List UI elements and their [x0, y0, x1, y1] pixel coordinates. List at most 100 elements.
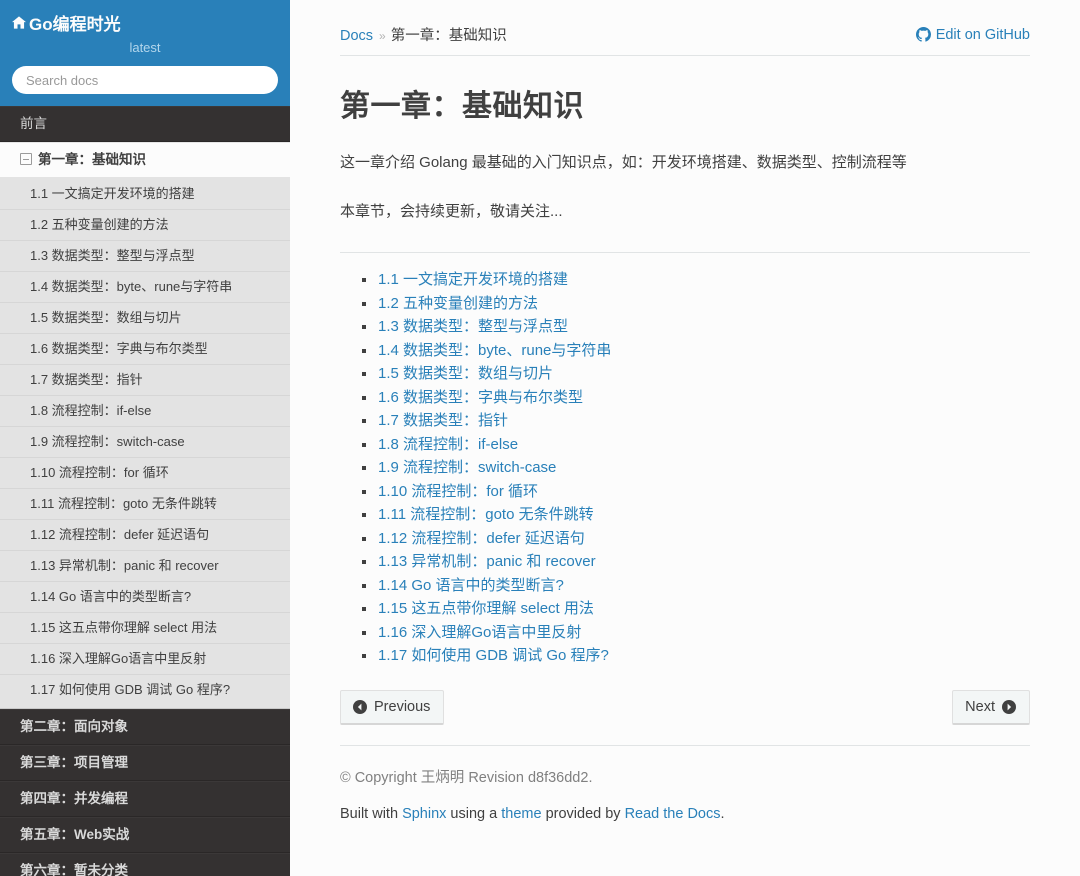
sidebar: Go编程时光 latest 前言 第一章：基础知识 1.1 一文搞定开发环境的搭… [0, 0, 290, 876]
list-item: 1.15 这五点带你理解 select 用法 [362, 597, 1030, 621]
list-item: 1.3 数据类型：整型与浮点型 [362, 315, 1030, 339]
toc-link[interactable]: 1.15 这五点带你理解 select 用法 [378, 600, 594, 617]
previous-button[interactable]: Previous [340, 690, 444, 725]
sidebar-subitem[interactable]: 1.9 流程控制：switch-case [0, 426, 290, 457]
sidebar-subitem[interactable]: 1.15 这五点带你理解 select 用法 [0, 612, 290, 643]
footer: © Copyright 王炳明 Revision d8f36dd2. Built… [340, 768, 1030, 824]
sidebar-sublist-chapter-1: 1.1 一文搞定开发环境的搭建 1.2 五种变量创建的方法 1.3 数据类型：整… [0, 177, 290, 709]
sidebar-logo-link[interactable]: Go编程时光 [12, 15, 121, 34]
search-input[interactable] [12, 66, 278, 94]
breadcrumb-trail: Docs » 第一章：基础知识 [340, 24, 507, 45]
sidebar-subitem[interactable]: 1.7 数据类型：指针 [0, 364, 290, 395]
github-icon [916, 27, 931, 42]
toc-link[interactable]: 1.14 Go 语言中的类型断言? [378, 577, 564, 594]
toc-link[interactable]: 1.9 流程控制：switch-case [378, 459, 556, 476]
sidebar-header: Go编程时光 latest [0, 0, 290, 106]
breadcrumb-docs-link[interactable]: Docs [340, 28, 373, 44]
sidebar-version: latest [12, 40, 278, 55]
content-divider [340, 252, 1030, 253]
page-root: Go编程时光 latest 前言 第一章：基础知识 1.1 一文搞定开发环境的搭… [0, 0, 1080, 876]
sidebar-subitem[interactable]: 1.14 Go 语言中的类型断言? [0, 581, 290, 612]
sidebar-item-chapter-1[interactable]: 第一章：基础知识 [0, 142, 290, 177]
sidebar-subitem[interactable]: 1.2 五种变量创建的方法 [0, 209, 290, 240]
breadcrumb: Docs » 第一章：基础知识 Edit on GitHub [290, 0, 1080, 55]
list-item: 1.1 一文搞定开发环境的搭建 [362, 268, 1030, 292]
minus-square-icon[interactable] [20, 153, 32, 165]
list-item: 1.8 流程控制：if-else [362, 433, 1030, 457]
sidebar-subitem[interactable]: 1.11 流程控制：goto 无条件跳转 [0, 488, 290, 519]
next-button-label: Next [965, 698, 995, 716]
edit-on-github-label: Edit on GitHub [936, 27, 1030, 43]
toc-link[interactable]: 1.5 数据类型：数组与切片 [378, 365, 553, 382]
sidebar-subitem[interactable]: 1.10 流程控制：for 循环 [0, 457, 290, 488]
sidebar-subitem[interactable]: 1.5 数据类型：数组与切片 [0, 302, 290, 333]
list-item: 1.12 流程控制：defer 延迟语句 [362, 527, 1030, 551]
toc-link[interactable]: 1.7 数据类型：指针 [378, 412, 508, 429]
built-suffix: . [721, 806, 725, 822]
sidebar-item-preface[interactable]: 前言 [0, 106, 290, 142]
sidebar-logo-text: Go编程时光 [29, 15, 121, 34]
sphinx-link[interactable]: Sphinx [402, 806, 446, 822]
toc-link[interactable]: 1.6 数据类型：字典与布尔类型 [378, 389, 583, 406]
intro-paragraph-1: 这一章介绍 Golang 最基础的入门知识点，如：开发环境搭建、数据类型、控制流… [340, 151, 1030, 175]
built-mid2: provided by [542, 806, 625, 822]
sidebar-subitem[interactable]: 1.6 数据类型：字典与布尔类型 [0, 333, 290, 364]
toc-list: 1.1 一文搞定开发环境的搭建 1.2 五种变量创建的方法 1.3 数据类型：整… [340, 268, 1030, 668]
circle-arrow-left-icon [353, 700, 367, 714]
toc-link[interactable]: 1.3 数据类型：整型与浮点型 [378, 318, 568, 335]
sidebar-item-chapter-4[interactable]: 第四章：并发编程 [0, 781, 290, 817]
toc-link[interactable]: 1.2 五种变量创建的方法 [378, 295, 538, 312]
copyright-text: © Copyright 王炳明 Revision d8f36dd2. [340, 768, 1030, 788]
sidebar-nav: 前言 第一章：基础知识 1.1 一文搞定开发环境的搭建 1.2 五种变量创建的方… [0, 106, 290, 876]
sidebar-item-chapter-5[interactable]: 第五章：Web实战 [0, 817, 290, 853]
built-prefix: Built with [340, 806, 402, 822]
intro-paragraph-2: 本章节，会持续更新，敬请关注... [340, 200, 1030, 224]
sidebar-item-chapter-6[interactable]: 第六章：暂未分类 [0, 853, 290, 876]
breadcrumb-divider [340, 55, 1030, 56]
list-item: 1.17 如何使用 GDB 调试 Go 程序? [362, 644, 1030, 668]
list-item: 1.4 数据类型：byte、rune与字符串 [362, 339, 1030, 363]
toc-link[interactable]: 1.12 流程控制：defer 延迟语句 [378, 530, 585, 547]
circle-arrow-right-icon [1002, 700, 1016, 714]
list-item: 1.2 五种变量创建的方法 [362, 292, 1030, 316]
toc-link[interactable]: 1.16 深入理解Go语言中里反射 [378, 624, 581, 641]
theme-link[interactable]: theme [501, 806, 541, 822]
toc-link[interactable]: 1.17 如何使用 GDB 调试 Go 程序? [378, 647, 609, 664]
sidebar-subitem[interactable]: 1.16 深入理解Go语言中里反射 [0, 643, 290, 674]
sidebar-subitem[interactable]: 1.12 流程控制：defer 延迟语句 [0, 519, 290, 550]
sidebar-subitem[interactable]: 1.13 异常机制：panic 和 recover [0, 550, 290, 581]
list-item: 1.13 异常机制：panic 和 recover [362, 550, 1030, 574]
list-item: 1.6 数据类型：字典与布尔类型 [362, 386, 1030, 410]
toc-link[interactable]: 1.1 一文搞定开发环境的搭建 [378, 271, 568, 288]
sidebar-subitem[interactable]: 1.3 数据类型：整型与浮点型 [0, 240, 290, 271]
list-item: 1.7 数据类型：指针 [362, 409, 1030, 433]
list-item: 1.10 流程控制：for 循环 [362, 480, 1030, 504]
document-body: 第一章：基础知识 这一章介绍 Golang 最基础的入门知识点，如：开发环境搭建… [290, 88, 1080, 668]
footer-navigation: Previous Next [340, 690, 1030, 746]
main-content: Docs » 第一章：基础知识 Edit on GitHub 第一章：基础知识 … [290, 0, 1080, 876]
sidebar-item-chapter-2[interactable]: 第二章：面向对象 [0, 709, 290, 745]
toc-link[interactable]: 1.11 流程控制：goto 无条件跳转 [378, 506, 594, 523]
list-item: 1.11 流程控制：goto 无条件跳转 [362, 503, 1030, 527]
toc-link[interactable]: 1.10 流程控制：for 循环 [378, 483, 538, 500]
sidebar-subitem[interactable]: 1.4 数据类型：byte、rune与字符串 [0, 271, 290, 302]
list-item: 1.5 数据类型：数组与切片 [362, 362, 1030, 386]
sidebar-item-chapter-3[interactable]: 第三章：项目管理 [0, 745, 290, 781]
toc-link[interactable]: 1.8 流程控制：if-else [378, 436, 518, 453]
sidebar-item-chapter-1-label: 第一章：基础知识 [38, 152, 146, 167]
read-the-docs-link[interactable]: Read the Docs [625, 806, 721, 822]
sidebar-subitem[interactable]: 1.17 如何使用 GDB 调试 Go 程序? [0, 674, 290, 705]
breadcrumb-separator: » [379, 29, 386, 43]
sidebar-subitem[interactable]: 1.1 一文搞定开发环境的搭建 [0, 179, 290, 209]
page-title: 第一章：基础知识 [340, 88, 1030, 126]
breadcrumb-actions: Edit on GitHub [916, 27, 1030, 43]
list-item: 1.14 Go 语言中的类型断言? [362, 574, 1030, 598]
sidebar-subitem[interactable]: 1.8 流程控制：if-else [0, 395, 290, 426]
toc-link[interactable]: 1.13 异常机制：panic 和 recover [378, 553, 596, 570]
home-icon [12, 14, 26, 34]
list-item: 1.9 流程控制：switch-case [362, 456, 1030, 480]
previous-button-label: Previous [374, 698, 430, 716]
edit-on-github-link[interactable]: Edit on GitHub [916, 27, 1030, 43]
next-button[interactable]: Next [952, 690, 1030, 725]
toc-link[interactable]: 1.4 数据类型：byte、rune与字符串 [378, 342, 611, 359]
